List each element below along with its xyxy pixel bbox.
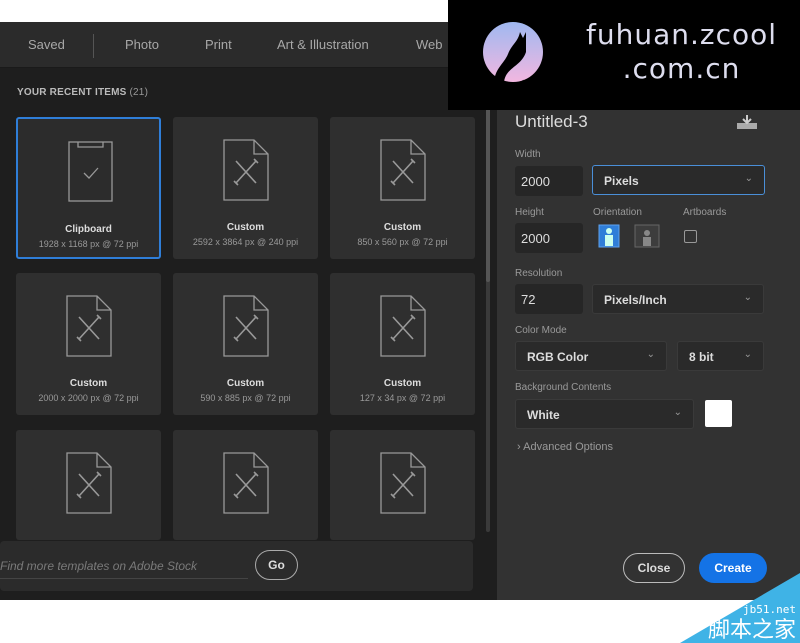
chevron-down-icon: ⌄ (743, 349, 752, 360)
artboards-checkbox[interactable] (684, 230, 697, 243)
recent-item-dimensions: 2592 x 3864 px @ 240 ppi (192, 237, 299, 247)
recent-item-card[interactable]: Custom 590 x 885 px @ 72 ppi (173, 273, 318, 415)
chevron-right-icon: › (517, 441, 521, 453)
recent-item-card[interactable]: Custom 850 x 560 px @ 72 ppi (330, 117, 475, 259)
recent-item-name: Clipboard (65, 224, 112, 235)
background-contents-dropdown[interactable]: White ⌄ (515, 399, 694, 429)
recent-item-dimensions: 2000 x 2000 px @ 72 ppi (38, 393, 139, 403)
recent-item-name: Custom (383, 378, 422, 389)
recent-item-name: Custom (226, 222, 265, 233)
width-label: Width (515, 149, 541, 160)
recent-item-dimensions: 850 x 560 px @ 72 ppi (357, 237, 448, 247)
width-unit-dropdown[interactable]: Pixels ⌄ (592, 165, 765, 195)
recent-item-card[interactable]: Clipboard 1928 x 1168 px @ 72 ppi (16, 117, 161, 259)
zcool-watermark: fuhuan.zcool .com.cn (448, 0, 800, 110)
preset-tabs: Saved Photo Print Art & Illustration Web (0, 22, 497, 68)
tab-art-illustration[interactable]: Art & Illustration (277, 37, 369, 52)
cat-moon-logo (483, 22, 543, 90)
scrollbar-thumb[interactable] (486, 92, 490, 282)
recent-item-card[interactable] (16, 430, 161, 540)
recent-item-name: Custom (383, 222, 422, 233)
width-input[interactable]: 2000 (515, 166, 583, 196)
advanced-options-toggle[interactable]: › Advanced Options (517, 441, 613, 453)
tab-saved[interactable]: Saved (28, 37, 65, 52)
recent-item-card[interactable]: Custom 2000 x 2000 px @ 72 ppi (16, 273, 161, 415)
stock-search-bar: Go (0, 541, 473, 591)
artboards-label: Artboards (683, 207, 727, 218)
recent-item-dimensions: 1928 x 1168 px @ 72 ppi (38, 239, 139, 249)
bit-depth-value: 8 bit (689, 350, 714, 364)
recent-item-name: Custom (226, 378, 265, 389)
save-preset-icon[interactable] (737, 115, 757, 129)
recent-items-heading: YOUR RECENT ITEMS (21) (17, 87, 149, 98)
tab-web[interactable]: Web (416, 37, 443, 52)
resolution-label: Resolution (515, 268, 563, 279)
resolution-unit-dropdown[interactable]: Pixels/Inch ⌄ (592, 284, 764, 314)
color-mode-value: RGB Color (527, 350, 589, 364)
recent-item-card[interactable] (330, 430, 475, 540)
jb51-name: 脚本之家 (708, 618, 796, 643)
color-mode-label: Color Mode (515, 325, 567, 336)
recent-item-card[interactable] (173, 430, 318, 540)
background-color-swatch[interactable] (705, 400, 732, 427)
recent-item-dimensions: 590 x 885 px @ 72 ppi (200, 393, 291, 403)
background-contents-label: Background Contents (515, 382, 612, 393)
bit-depth-dropdown[interactable]: 8 bit ⌄ (677, 341, 764, 371)
chevron-down-icon: ⌄ (743, 292, 752, 303)
color-mode-dropdown[interactable]: RGB Color ⌄ (515, 341, 667, 371)
chevron-down-icon: ⌄ (744, 173, 753, 184)
go-button[interactable]: Go (255, 550, 298, 580)
stock-search-input[interactable] (0, 553, 248, 579)
resolution-unit-value: Pixels/Inch (604, 293, 667, 307)
recent-item-dimensions: 127 x 34 px @ 72 ppi (359, 393, 446, 403)
zcool-watermark-text: fuhuan.zcool .com.cn (585, 18, 778, 85)
chevron-down-icon: ⌄ (673, 407, 682, 418)
landscape-orientation-icon[interactable] (634, 224, 660, 248)
tab-photo[interactable]: Photo (125, 37, 159, 52)
advanced-options-label: Advanced Options (523, 441, 614, 453)
recent-item-card[interactable]: Custom 127 x 34 px @ 72 ppi (330, 273, 475, 415)
chevron-down-icon: ⌄ (646, 349, 655, 360)
orientation-label: Orientation (593, 207, 642, 218)
background-contents-value: White (527, 408, 560, 422)
height-label: Height (515, 207, 544, 218)
height-input[interactable]: 2000 (515, 223, 583, 253)
tab-print[interactable]: Print (205, 37, 232, 52)
document-name-field[interactable]: Untitled-3 (515, 112, 588, 132)
jb51-watermark: jb51.net 脚本之家 (680, 573, 800, 643)
recent-item-name: Custom (69, 378, 108, 389)
portrait-orientation-icon[interactable] (598, 224, 620, 248)
width-unit-value: Pixels (604, 174, 639, 188)
tab-divider (93, 34, 94, 58)
jb51-url: jb51.net (743, 603, 796, 616)
recent-item-card[interactable]: Custom 2592 x 3864 px @ 240 ppi (173, 117, 318, 259)
resolution-input[interactable]: 72 (515, 284, 583, 314)
